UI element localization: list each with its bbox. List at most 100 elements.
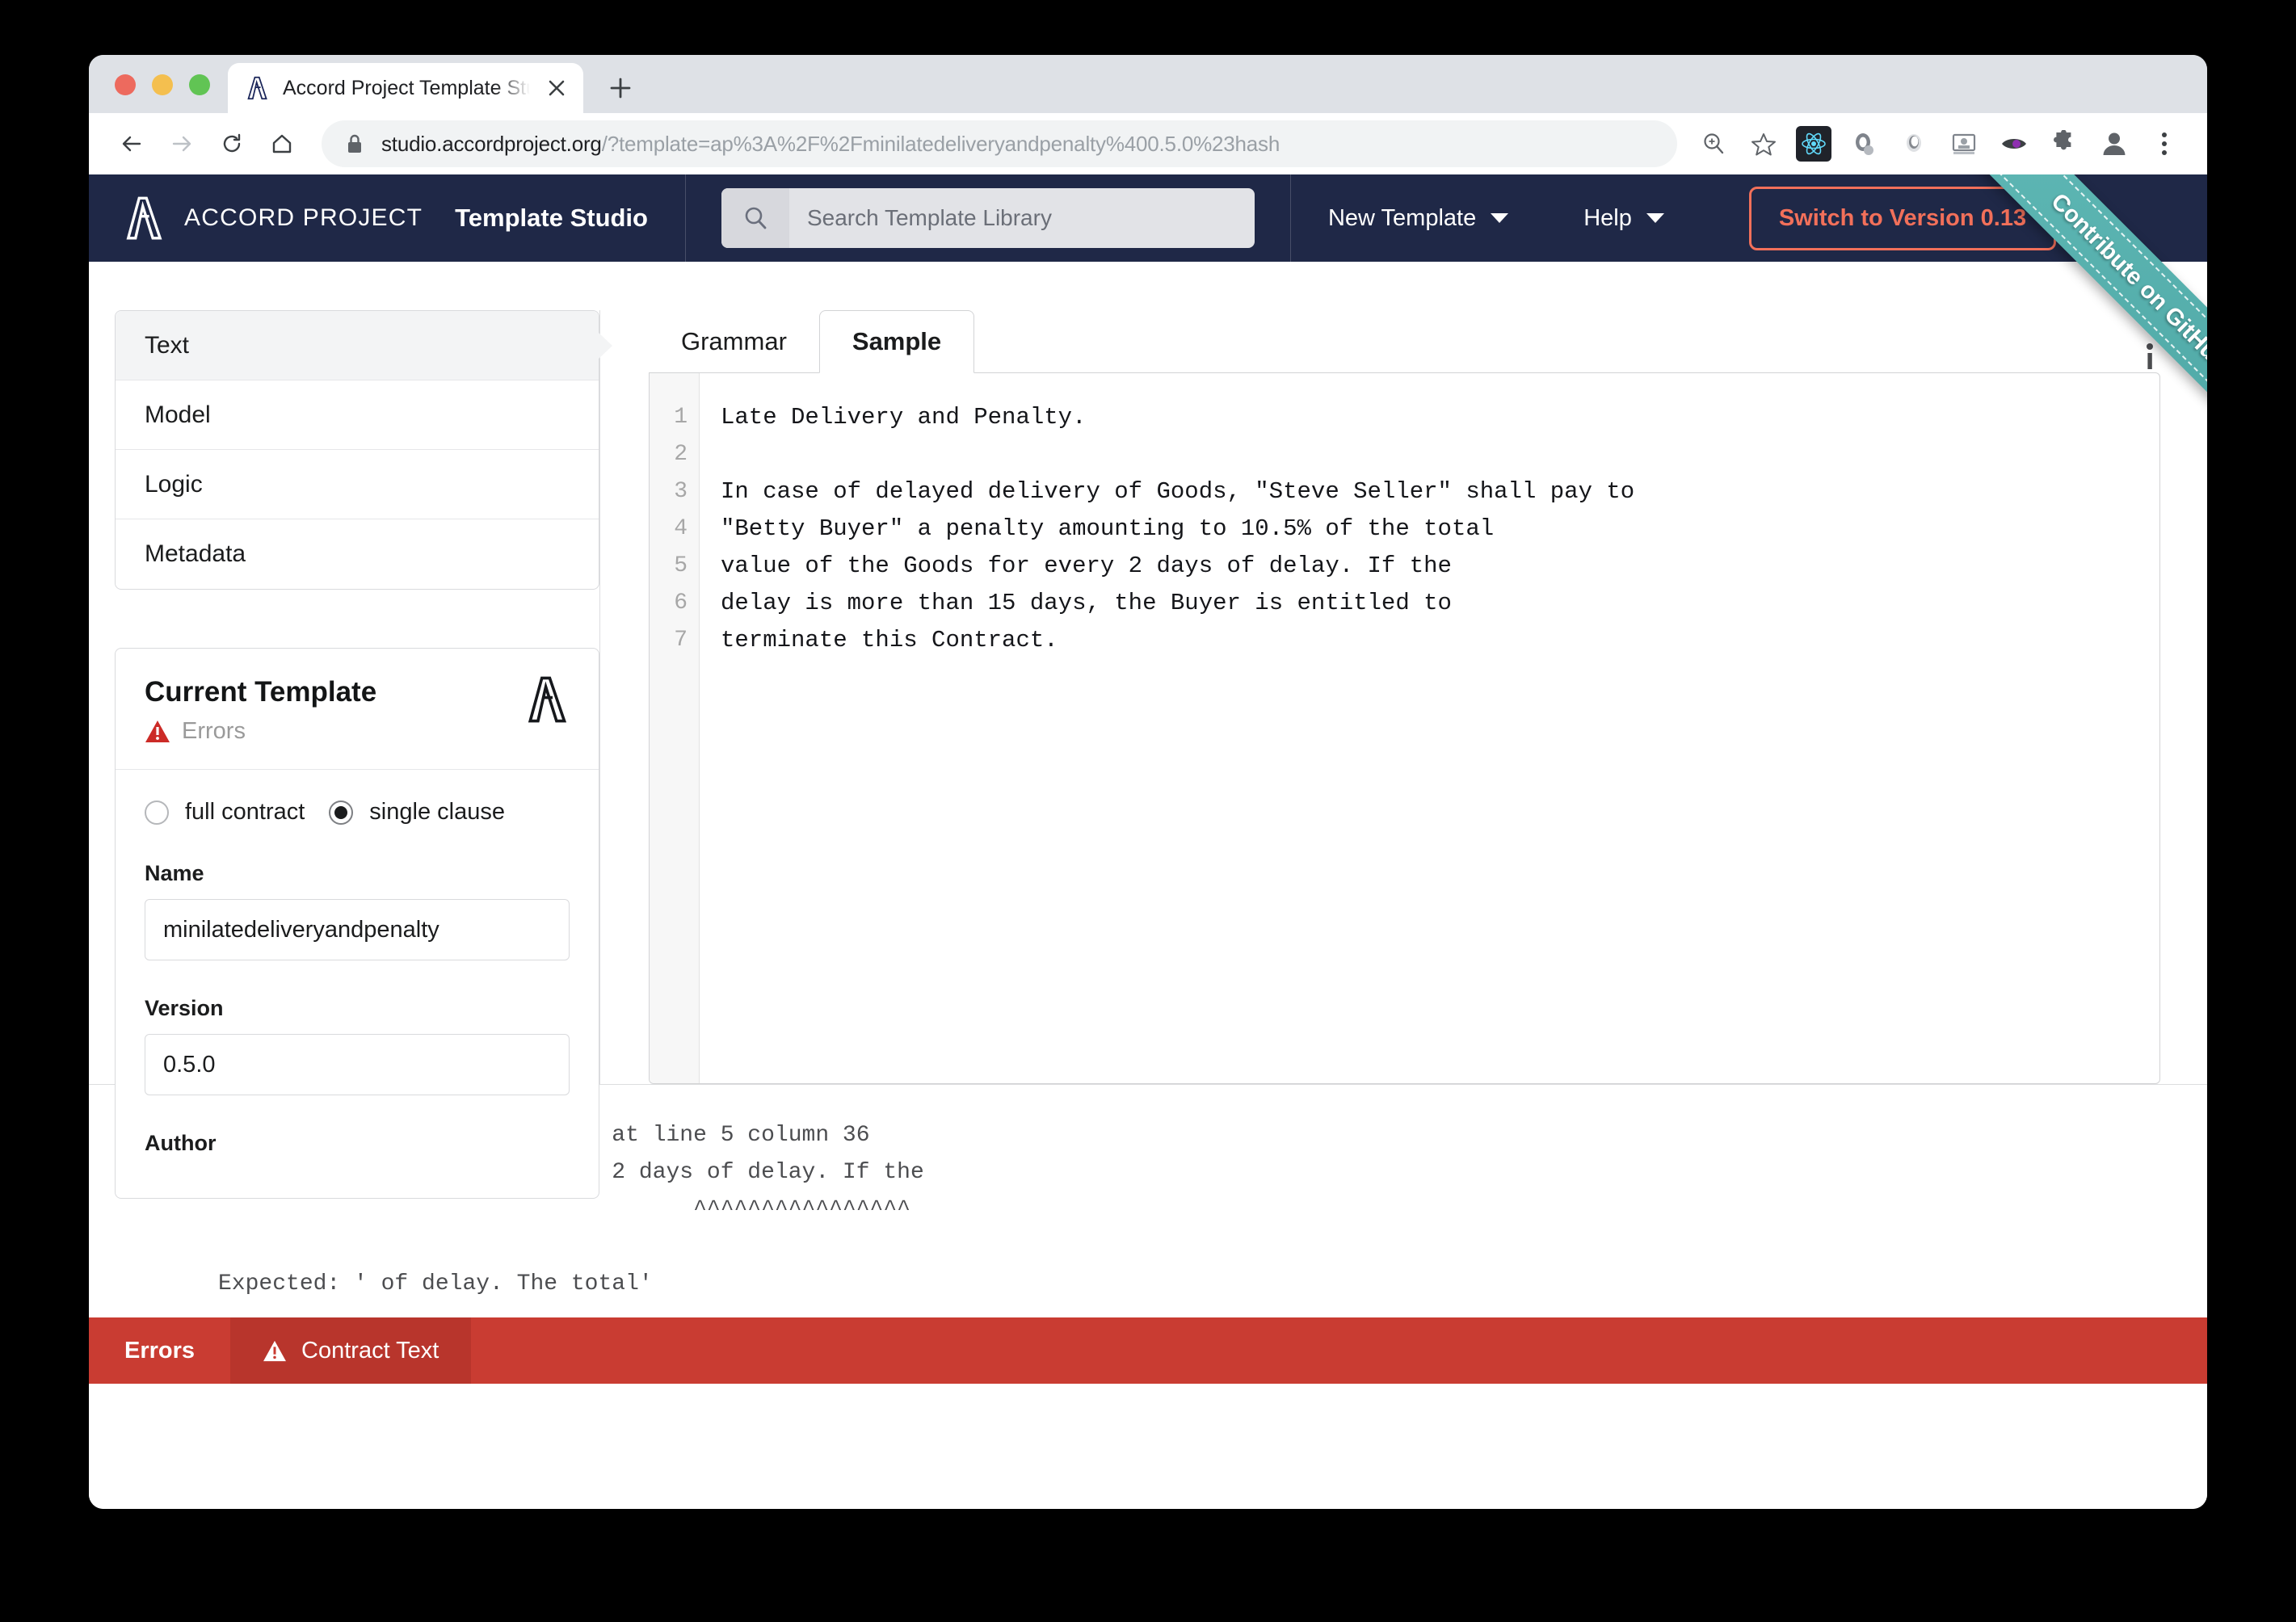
contract-text-tab[interactable]: Contract Text [230,1317,472,1384]
lock-icon [348,134,361,153]
current-template-header: Current Template Errors [116,649,599,770]
current-template-body: full contract single clause Name Version… [116,770,599,1198]
console-line: Expected: ' of delay. The total' [218,1271,653,1296]
new-template-menu[interactable]: New Template [1291,174,1545,262]
editor-tabs: Grammar Sample [649,310,2160,373]
line-number: 7 [674,628,688,653]
toolbar-end-icons [1692,122,2186,166]
product-name: Template Studio [455,204,648,232]
app-body: Text Model Logic Metadata Current Templa… [89,262,2207,1199]
back-button[interactable] [107,119,157,169]
profile-avatar-icon[interactable] [2092,122,2136,166]
code-line: terminate this Contract. [721,627,1058,653]
chevron-down-icon [1646,213,1664,223]
code-line: Late Delivery and Penalty. [721,404,1087,431]
editor-content[interactable]: Late Delivery and Penalty. In case of de… [700,373,1634,1083]
contract-type-radiogroup: full contract single clause [145,799,570,826]
brand-block[interactable]: ACCORD PROJECT Template Studio [89,174,685,262]
tab-grammar[interactable]: Grammar [649,310,819,373]
maximize-window-button[interactable] [189,74,210,95]
bookmark-star-icon[interactable] [1742,122,1785,166]
app-header: ACCORD PROJECT Template Studio New Templ… [89,174,2207,464]
browser-tab[interactable]: Accord Project Template Studio [228,63,583,113]
code-editor[interactable]: 1 2 3 4 5 6 7 Late Delivery and Penalty.… [649,372,2160,1084]
tab-sample[interactable]: Sample [818,310,975,373]
menu-kebab-icon[interactable] [2143,122,2186,166]
sidebar-item-text[interactable]: Text [116,311,612,380]
code-line: In case of delayed delivery of Goods, "S… [721,478,1635,505]
url-domain: studio.accordproject.org [381,131,602,156]
radio-label: full contract [185,799,305,825]
sidebar-item-label: Model [145,401,211,428]
author-label: Author [145,1131,217,1155]
accord-logo-icon [247,76,267,100]
address-bar[interactable]: studio.accordproject.org/?template=ap%3A… [322,120,1677,167]
version-input[interactable] [145,1034,570,1095]
left-panel: Text Model Logic Metadata Current Templa… [89,262,612,1199]
errors-label: Errors [124,1337,196,1364]
radio-indicator [145,800,169,825]
url-path: /?template=ap%3A%2F%2Fminilatedeliveryan… [601,131,1280,156]
zoom-in-icon[interactable] [1692,122,1735,166]
extension-o-icon[interactable] [1892,122,1936,166]
current-template-card: Current Template Errors full contract si… [115,648,599,1199]
radio-label: single clause [369,799,505,825]
info-icon[interactable] [2144,342,2160,373]
extension-q-icon[interactable] [1842,122,1886,166]
new-tab-button[interactable] [598,65,643,111]
application-viewport: ACCORD PROJECT Template Studio New Templ… [89,174,2207,1509]
name-input[interactable] [145,899,570,960]
browser-window: Accord Project Template Studio s [89,55,2207,1509]
line-number: 4 [674,516,688,541]
eye-icon[interactable] [1992,122,2036,166]
tab-label: Sample [852,327,942,355]
help-menu[interactable]: Help [1546,174,1701,262]
close-tab-button[interactable] [543,74,570,102]
accord-logo-icon [528,676,567,723]
section-menu: Text Model Logic Metadata [115,310,612,590]
browser-tab-strip: Accord Project Template Studio [89,55,2207,113]
search-box[interactable] [721,188,1255,248]
warning-triangle-icon [145,721,170,742]
reload-button[interactable] [207,119,257,169]
status-bar: Errors Contract Text [89,1317,2207,1384]
screenshot-icon[interactable] [1942,122,1986,166]
warning-triangle-icon [263,1340,287,1361]
editor-panel: Grammar Sample 1 2 3 4 5 6 7 Late Delive… [600,262,2207,1084]
home-button[interactable] [257,119,307,169]
new-template-label: New Template [1327,204,1477,231]
sidebar-item-label: Metadata [145,540,246,567]
browser-toolbar: studio.accordproject.org/?template=ap%3A… [89,113,2207,174]
browser-tab-title: Accord Project Template Studio [283,76,530,99]
contract-text-label: Contract Text [301,1337,439,1364]
puzzle-icon[interactable] [2042,122,2086,166]
react-devtools-icon[interactable] [1792,122,1836,166]
minimize-window-button[interactable] [152,74,173,95]
accord-logo-icon [126,196,162,240]
status-badge: Errors [182,718,246,744]
radio-single-clause[interactable]: single clause [329,799,505,826]
chevron-down-icon [1491,213,1509,223]
search-block [686,174,1290,262]
line-number-gutter: 1 2 3 4 5 6 7 [650,373,700,1083]
sidebar-item-label: Logic [145,470,203,498]
search-icon [721,188,789,248]
close-window-button[interactable] [115,74,136,95]
search-input[interactable] [788,188,1255,248]
current-template-title: Current Template [145,676,377,708]
code-line: delay is more than 15 days, the Buyer is… [721,590,1452,616]
radio-indicator [329,800,354,825]
code-line: "Betty Buyer" a penalty amounting to 10.… [721,515,1495,542]
line-number: 5 [674,553,688,578]
line-number: 3 [674,479,688,504]
header-nav: New Template Help [1291,174,1702,262]
address-bar-text: studio.accordproject.org/?template=ap%3A… [381,132,1280,157]
sidebar-item-metadata[interactable]: Metadata [116,519,599,589]
radio-full-contract[interactable]: full contract [145,799,305,826]
sidebar-item-logic[interactable]: Logic [116,450,599,519]
version-label: Version [145,996,224,1020]
sidebar-item-model[interactable]: Model [116,380,599,450]
forward-button[interactable] [157,119,207,169]
